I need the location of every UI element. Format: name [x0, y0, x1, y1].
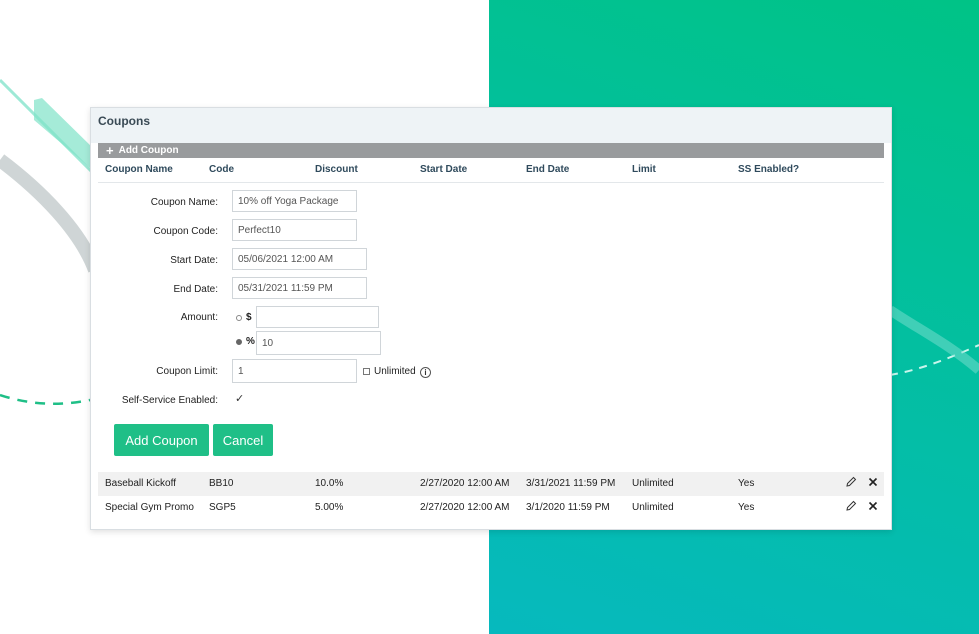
column-header-start-date[interactable]: Start Date [420, 164, 467, 175]
cell-end-date: 3/31/2021 11:59 PM [526, 478, 616, 489]
start-date-label: Start Date: [170, 255, 218, 266]
cancel-button[interactable]: Cancel [213, 424, 273, 456]
end-date-label: End Date: [173, 284, 218, 295]
column-header-end-date[interactable]: End Date [526, 164, 569, 175]
coupons-panel: Coupons + Add Coupon Coupon Name Code Di… [90, 107, 892, 530]
amount-dollar-radio[interactable] [236, 315, 242, 321]
column-headers: Coupon Name Code Discount Start Date End… [98, 160, 884, 183]
column-header-ss-enabled[interactable]: SS Enabled? [738, 164, 799, 175]
percent-symbol: % [246, 336, 255, 347]
cell-start-date: 2/27/2020 12:00 AM [420, 502, 510, 513]
cell-end-date: 3/1/2020 11:59 PM [526, 502, 610, 513]
coupon-limit-label: Coupon Limit: [156, 366, 218, 377]
cell-code: BB10 [209, 478, 234, 489]
edit-pencil-icon[interactable] [844, 499, 858, 513]
cell-discount: 10.0% [315, 478, 344, 489]
panel-header: Coupons [91, 108, 891, 143]
plus-icon: + [106, 142, 114, 158]
amount-percent-radio[interactable] [236, 339, 242, 345]
coupon-name-label: Coupon Name: [150, 197, 218, 208]
coupon-form: Coupon Name: 10% off Yoga Package Coupon… [98, 182, 884, 472]
column-header-code[interactable]: Code [209, 164, 234, 175]
panel-title: Coupons [98, 114, 150, 128]
start-date-input[interactable]: 05/06/2021 12:00 AM [232, 248, 367, 270]
cell-discount: 5.00% [315, 502, 344, 513]
coupon-name-input[interactable]: 10% off Yoga Package [232, 190, 357, 212]
table-row[interactable]: Baseball Kickoff BB10 10.0% 2/27/2020 12… [98, 472, 884, 496]
cell-coupon-name: Special Gym Promo [105, 502, 194, 513]
cell-start-date: 2/27/2020 12:00 AM [420, 478, 510, 489]
cell-limit: Unlimited [632, 502, 674, 513]
amount-label: Amount: [180, 312, 218, 323]
add-coupon-label: Add Coupon [118, 145, 179, 156]
dollar-symbol: $ [246, 312, 252, 323]
amount-percent-input[interactable]: 10 [256, 331, 381, 355]
cell-limit: Unlimited [632, 478, 674, 489]
column-header-limit[interactable]: Limit [632, 164, 656, 175]
add-coupon-button[interactable]: Add Coupon [114, 424, 209, 456]
coupon-code-label: Coupon Code: [153, 226, 219, 237]
coupon-code-input[interactable]: Perfect10 [232, 219, 357, 241]
amount-dollar-input[interactable] [256, 306, 379, 328]
cell-ss-enabled: Yes [738, 478, 755, 489]
cell-code: SGP5 [209, 502, 236, 513]
unlimited-checkbox[interactable] [363, 368, 370, 375]
coupon-limit-input[interactable]: 1 [232, 359, 357, 383]
unlimited-label: Unlimited [374, 366, 416, 377]
column-header-coupon-name[interactable]: Coupon Name [105, 164, 173, 175]
info-icon[interactable]: i [420, 367, 431, 378]
end-date-input[interactable]: 05/31/2021 11:59 PM [232, 277, 367, 299]
edit-pencil-icon[interactable] [844, 475, 858, 489]
delete-x-icon[interactable] [866, 499, 880, 513]
column-header-discount[interactable]: Discount [315, 164, 358, 175]
table-row[interactable]: Special Gym Promo SGP5 5.00% 2/27/2020 1… [98, 496, 884, 520]
delete-x-icon[interactable] [866, 475, 880, 489]
add-coupon-bar[interactable]: + Add Coupon [98, 143, 884, 158]
self-service-checkbox[interactable]: ✓ [235, 394, 244, 405]
cell-coupon-name: Baseball Kickoff [105, 478, 176, 489]
cell-ss-enabled: Yes [738, 502, 755, 513]
self-service-label: Self-Service Enabled: [121, 395, 218, 406]
